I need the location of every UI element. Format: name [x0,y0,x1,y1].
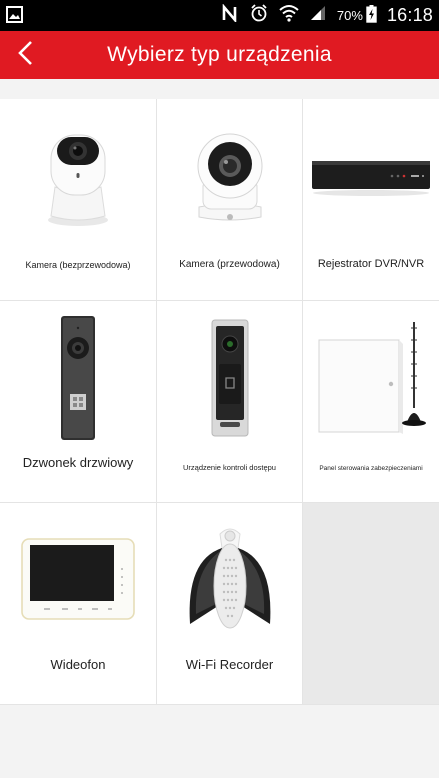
app-header: Wybierz typ urządzenia [0,31,439,79]
device-tile-security-panel[interactable]: Panel sterowania zabezpieczeniami [303,301,439,503]
device-label: Rejestrator DVR/NVR [317,258,425,270]
alarm-icon [249,3,269,28]
gallery-notification-icon [6,6,23,23]
device-label: Wideofon [50,657,106,672]
device-tile-wired-camera[interactable]: Kamera (przewodowa) [157,99,303,301]
device-label: Panel sterowania zabezpieczeniami [319,465,423,472]
status-time: 16:18 [386,5,433,25]
device-label: Kamera (przewodowa) [179,259,280,270]
back-button[interactable] [10,39,42,71]
wireless-camera-icon [0,117,156,235]
device-tile-video-intercom[interactable]: Wideofon [0,503,157,705]
page-title: Wybierz typ urządzenia [107,43,332,66]
battery-percent: 70% [336,8,363,23]
device-tile-doorbell[interactable]: Dzwonek drzwiowy [0,301,157,503]
device-tile-wifi-recorder[interactable]: Wi-Fi Recorder [157,503,303,705]
nfc-icon [221,3,239,27]
doorbell-icon [0,316,156,440]
device-label: Wi-Fi Recorder [185,657,274,672]
device-label: Dzwonek drzwiowy [22,455,134,470]
chevron-left-icon [16,40,36,71]
battery-indicator: 70% [337,5,377,26]
security-control-panel-icon [303,319,439,437]
video-intercom-icon [0,521,156,639]
wifi-recorder-icon [157,521,302,639]
status-bar: 70% 16:18 [0,0,439,31]
wifi-icon [279,4,299,27]
battery-charging-icon [366,5,377,26]
device-tile-dvr-nvr[interactable]: Rejestrator DVR/NVR [303,99,439,301]
device-tile-access-control[interactable]: Urządzenie kontroli dostępu [157,301,303,503]
device-type-grid: Kamera (bezprzewodowa) Kamera (przewodow… [0,99,439,705]
dvr-nvr-recorder-icon [303,117,439,235]
wired-camera-icon [157,117,302,235]
signal-icon [309,5,327,26]
device-tile-wireless-camera[interactable]: Kamera (bezprzewodowa) [0,99,157,301]
top-spacer [0,79,439,99]
empty-tile [303,503,439,705]
device-label: Kamera (bezprzewodowa) [25,260,131,270]
access-control-icon [157,319,302,437]
device-label: Urządzenie kontroli dostępu [183,463,276,472]
